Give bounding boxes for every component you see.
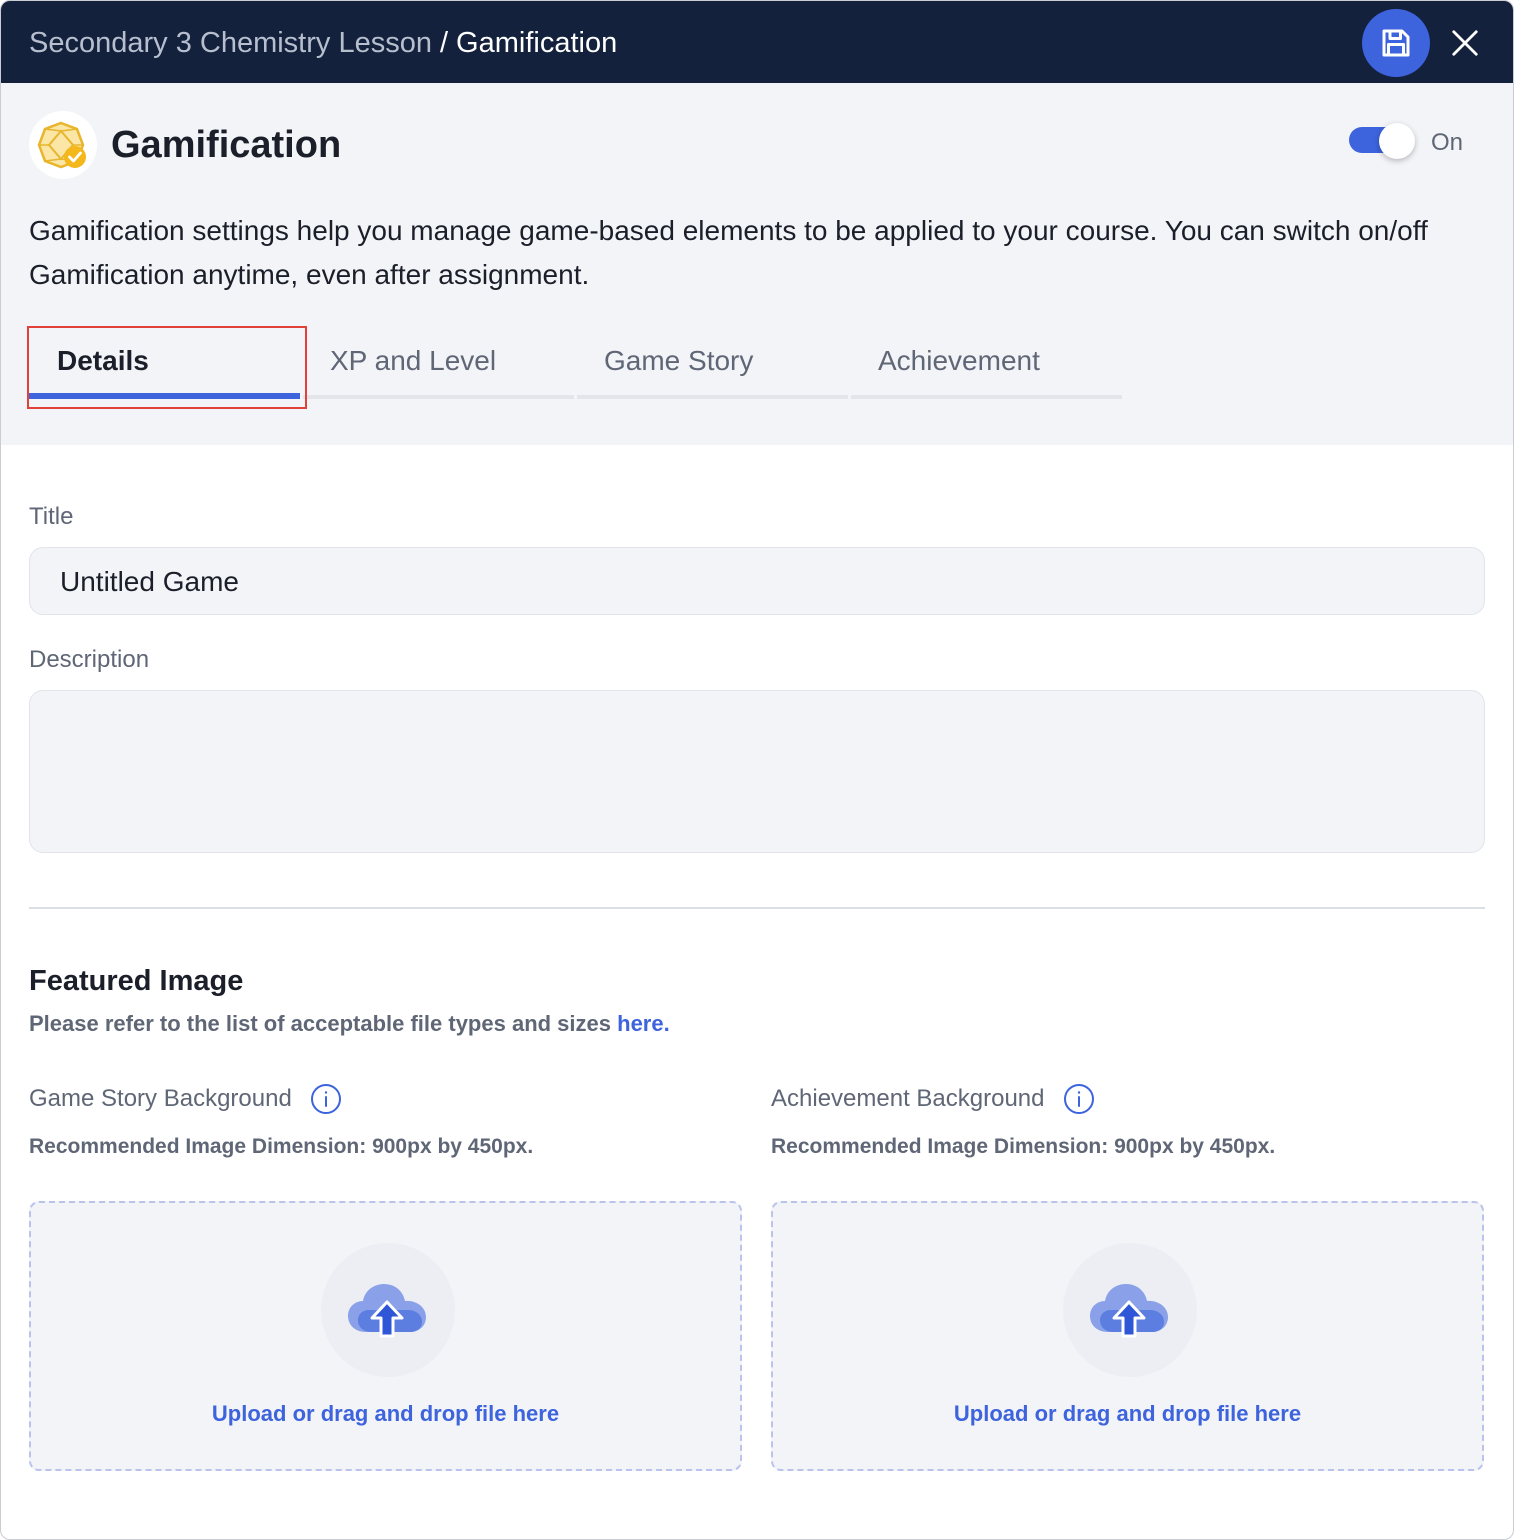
breadcrumb-current: Gamification [456,27,618,59]
page-title: Gamification [111,124,342,166]
header-section: Gamification On Gamification settings he… [1,83,1513,445]
achievement-background-label: Achievement Background [771,1083,1095,1115]
intro-text: Gamification settings help you manage ga… [29,215,1428,290]
toggle-knob [1379,123,1415,159]
save-icon [1382,29,1410,57]
title-label: Title [29,503,74,530]
gamification-badge-icon [29,111,97,179]
title-input-value: Untitled Game [60,566,239,597]
tab-achievement[interactable]: Achievement [851,335,1122,399]
achievement-dropzone[interactable]: Upload or drag and drop file here [771,1201,1484,1471]
breadcrumb-separator: / [439,27,449,59]
section-divider [29,907,1485,909]
file-types-link[interactable]: here. [617,1011,670,1036]
toggle-label: On [1431,129,1464,156]
note-text: Please refer to the list of acceptable f… [29,1011,618,1036]
info-icon[interactable] [1063,1083,1095,1115]
description-input[interactable] [29,690,1485,853]
breadcrumb: Secondary 3 Chemistry Lesson / Gamificatio… [29,25,617,61]
featured-image-title: Featured Image [29,965,244,997]
top-bar: Secondary 3 Chemistry Lesson / Gamificatio… [1,1,1513,83]
tab-bar: Details XP and Level Game Story Achievem… [29,335,1123,399]
tab-xp-and-level[interactable]: XP and Level [303,335,574,399]
dropzone-text: Upload or drag and drop file here [953,1401,1302,1426]
tab-label: Details [57,345,149,376]
dropzone-text: Upload or drag and drop file here [211,1401,560,1426]
tab-label: Achievement [878,345,1040,376]
save-button[interactable] [1362,9,1430,77]
gamification-modal: Secondary 3 Chemistry Lesson / Gamificatio… [0,0,1514,1540]
featured-image-note: Please refer to the list of acceptable f… [29,1011,670,1037]
info-icon[interactable] [310,1083,342,1115]
upload-cloud-icon [1063,1243,1197,1377]
upload-cloud-icon [321,1243,455,1377]
breadcrumb-parent[interactable]: Secondary 3 Chemistry Lesson [29,27,432,59]
game-story-dimension-hint: Recommended Image Dimension: 900px by 45… [29,1135,534,1158]
tab-label: XP and Level [330,345,497,376]
upload-label-text: Achievement Background [771,1085,1045,1112]
tab-label: Game Story [604,345,754,376]
close-button[interactable] [1443,21,1487,65]
tab-game-story[interactable]: Game Story [577,335,848,399]
upload-label-text: Game Story Background [29,1085,292,1112]
achievement-dimension-hint: Recommended Image Dimension: 900px by 45… [771,1135,1276,1158]
game-story-dropzone[interactable]: Upload or drag and drop file here [29,1201,742,1471]
title-input[interactable]: Untitled Game [29,547,1485,615]
close-icon [1452,30,1478,56]
description-label: Description [29,646,150,673]
tab-details[interactable]: Details [29,335,300,399]
gamification-toggle[interactable] [1349,123,1417,161]
game-story-background-label: Game Story Background [29,1083,342,1115]
